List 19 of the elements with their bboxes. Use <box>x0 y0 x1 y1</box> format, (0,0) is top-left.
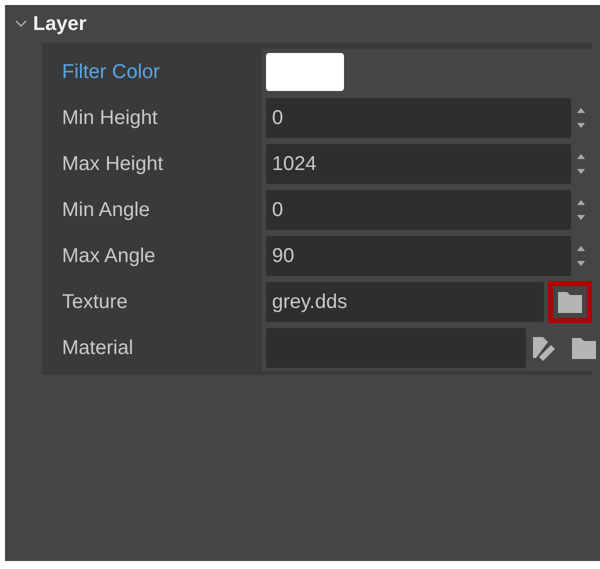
number-field[interactable]: 0 <box>266 98 571 138</box>
folder-icon <box>556 289 584 315</box>
property-label: Max Height <box>61 152 164 176</box>
file-field[interactable]: grey.dds <box>266 282 544 322</box>
chevron-icon[interactable] <box>15 19 27 29</box>
number-field[interactable]: 1024 <box>266 144 571 184</box>
number-field[interactable]: 0 <box>266 190 571 230</box>
color-swatch[interactable] <box>266 53 344 91</box>
folder-icon <box>570 335 598 361</box>
section-title: Layer <box>33 12 86 36</box>
property-label: Min Height <box>61 106 159 130</box>
property-label: Min Angle <box>61 198 151 222</box>
property-label: Texture <box>61 290 129 314</box>
property-label: Filter Color <box>61 60 161 84</box>
number-field[interactable]: 90 <box>266 236 571 276</box>
property-label: Max Angle <box>61 244 156 268</box>
property-label: Material <box>61 336 134 360</box>
browse-button[interactable] <box>548 281 592 323</box>
pencil-icon[interactable] <box>530 335 558 361</box>
